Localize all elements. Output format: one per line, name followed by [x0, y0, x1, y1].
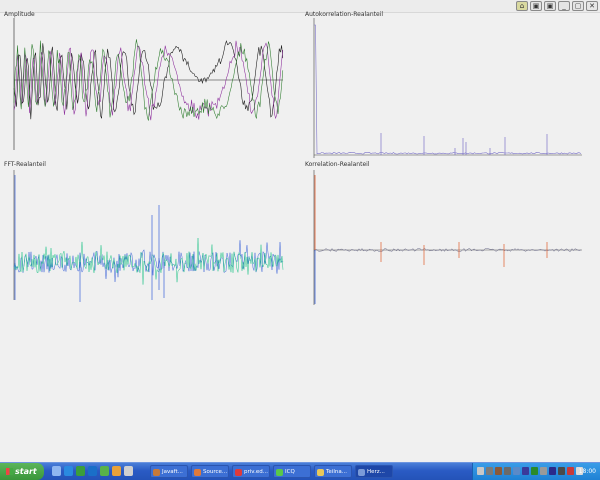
task-button[interactable]: Javaft... — [150, 465, 188, 478]
coffee-icon — [153, 469, 160, 476]
ie-icon[interactable] — [64, 466, 73, 476]
task-label: priv.ed... — [244, 469, 268, 475]
task-button[interactable]: Teilna... — [314, 465, 352, 478]
tray-app-icon[interactable] — [567, 467, 574, 475]
windows-logo-icon — [6, 468, 13, 475]
task-label: Javaft... — [162, 469, 183, 475]
task-button[interactable]: priv.ed... — [232, 465, 270, 478]
tray-app-icon[interactable] — [513, 467, 520, 475]
tray-app-icon[interactable] — [522, 467, 529, 475]
tray-app-icon[interactable] — [495, 467, 502, 475]
autocorr-series — [314, 24, 582, 155]
clock: 18:00 — [578, 468, 596, 475]
messenger-icon[interactable] — [76, 466, 85, 476]
task-button[interactable]: ICQ — [273, 465, 311, 478]
tray-app-icon[interactable] — [549, 467, 556, 475]
fft-series-0 — [13, 240, 284, 282]
explorer-icon[interactable] — [124, 466, 133, 476]
tray-app-icon[interactable] — [558, 467, 565, 475]
task-label: ICQ — [285, 469, 295, 475]
start-button[interactable]: start — [0, 463, 44, 480]
task-label: Herz... — [367, 469, 385, 475]
plot-canvas — [13, 18, 582, 305]
task-button[interactable]: Herz... — [355, 465, 393, 478]
speaker-icon[interactable] — [486, 467, 493, 475]
quick-launch — [52, 466, 133, 476]
task-label: Teilna... — [326, 469, 347, 475]
start-label: start — [15, 467, 37, 476]
desktop-icon[interactable] — [52, 466, 61, 476]
app-window: ⌂ ▣ ▣ _ ▢ ✕ Amplitude Autokorrelation-Re… — [0, 0, 600, 462]
globe-icon — [194, 469, 201, 476]
taskbar: start Javaft... Source... priv.ed... ICQ… — [0, 462, 600, 480]
doc-icon — [235, 469, 242, 476]
task-label: Source... — [203, 469, 228, 475]
system-tray: 18:00 — [472, 463, 600, 480]
outlook-icon[interactable] — [88, 466, 97, 476]
folder-icon — [317, 469, 324, 476]
media-icon[interactable] — [112, 466, 121, 476]
app-icon[interactable] — [100, 466, 109, 476]
tray-app-icon[interactable] — [540, 467, 547, 475]
java-icon — [358, 469, 365, 476]
tray-app-icon[interactable] — [504, 467, 511, 475]
flower-icon — [276, 469, 283, 476]
task-button[interactable]: Source... — [191, 465, 229, 478]
network-icon[interactable] — [477, 467, 484, 475]
task-list: Javaft... Source... priv.ed... ICQ Teiln… — [150, 465, 393, 478]
tray-app-icon[interactable] — [531, 467, 538, 475]
tray-icons — [477, 467, 583, 475]
